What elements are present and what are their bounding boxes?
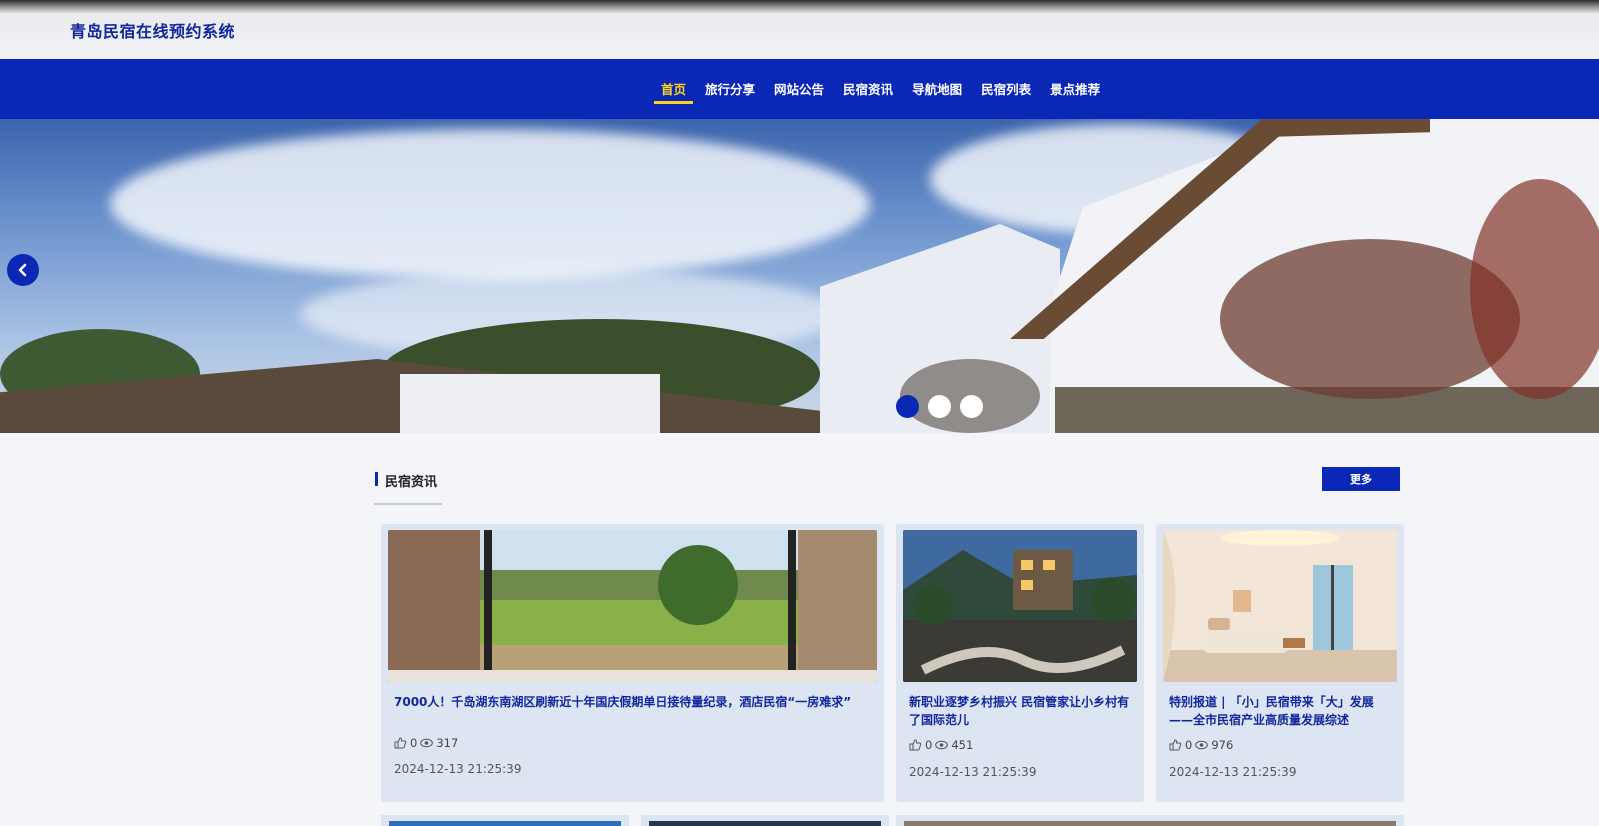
carousel-indicators (896, 395, 983, 418)
chevron-left-icon (18, 263, 27, 277)
site-title[interactable]: 青岛民宿在线预约系统 (70, 18, 235, 42)
news-card[interactable]: 特别报道 | 「小」民宿带来「大」发展——全市民宿产业高质量发展综述 0 976… (1156, 524, 1404, 802)
nav-item-travel-share[interactable]: 旅行分享 (705, 79, 755, 98)
nav-item-home[interactable]: 首页 (653, 79, 694, 104)
news-card-peek[interactable] (381, 815, 629, 826)
news-date: 2024-12-13 21:25:39 (394, 762, 522, 776)
carousel-dot[interactable] (896, 395, 919, 418)
news-image (388, 530, 877, 682)
nav-item-homestay-list[interactable]: 民宿列表 (981, 79, 1031, 98)
eye-icon (935, 740, 949, 750)
news-stats: 0 976 (1169, 738, 1233, 752)
eye-icon (1195, 740, 1209, 750)
section-underline (374, 503, 442, 505)
news-card[interactable]: 7000人！千岛湖东南湖区刷新近十年国庆假期单日接待量纪录，酒店民宿“一房难求”… (381, 524, 884, 802)
banner-cloud (110, 129, 870, 279)
eye-icon (420, 738, 434, 748)
news-card-peek[interactable] (641, 815, 889, 826)
news-title[interactable]: 7000人！千岛湖东南湖区刷新近十年国庆假期单日接待量纪录，酒店民宿“一房难求” (394, 693, 874, 711)
nav-item-map[interactable]: 导航地图 (912, 79, 962, 98)
top-header: 青岛民宿在线预约系统 (0, 0, 1599, 60)
banner-tree (1470, 179, 1599, 399)
news-date: 2024-12-13 21:25:39 (1169, 765, 1297, 779)
section-header: 民宿资讯 更多 (374, 467, 1400, 506)
like-count: 0 (410, 736, 418, 750)
carousel-dot[interactable] (928, 395, 951, 418)
news-date: 2024-12-13 21:25:39 (909, 765, 1037, 779)
news-title[interactable]: 特别报道 | 「小」民宿带来「大」发展——全市民宿产业高质量发展综述 (1169, 693, 1395, 729)
more-button[interactable]: 更多 (1322, 467, 1400, 491)
carousel-dot[interactable] (960, 395, 983, 418)
section-accent-bar (375, 472, 378, 486)
view-count: 317 (436, 736, 459, 750)
section-title: 民宿资讯 (385, 475, 438, 490)
news-image (903, 530, 1137, 682)
thumbs-up-icon[interactable] (394, 737, 407, 749)
news-stats: 0 451 (909, 738, 973, 752)
news-image (1163, 530, 1397, 682)
main-navbar: 首页 旅行分享 网站公告 民宿资讯 导航地图 民宿列表 景点推荐 (0, 59, 1599, 119)
banner-carousel[interactable] (0, 119, 1599, 433)
like-count: 0 (925, 738, 933, 752)
nav-item-announcements[interactable]: 网站公告 (774, 79, 824, 98)
news-card-peek[interactable] (896, 815, 1404, 826)
thumbs-up-icon[interactable] (909, 739, 922, 751)
view-count: 976 (1211, 738, 1234, 752)
nav-item-attractions[interactable]: 景点推荐 (1050, 79, 1100, 98)
banner-house-wall (400, 374, 660, 433)
news-card[interactable]: 新职业逐梦乡村振兴 民宿管家让小乡村有了国际范儿 0 451 2024-12-1… (896, 524, 1144, 802)
view-count: 451 (951, 738, 974, 752)
news-stats: 0 317 (394, 736, 458, 750)
like-count: 0 (1185, 738, 1193, 752)
carousel-prev-button[interactable] (7, 254, 39, 286)
thumbs-up-icon[interactable] (1169, 739, 1182, 751)
nav-item-homestay-news[interactable]: 民宿资讯 (843, 79, 893, 98)
nav-list: 首页 旅行分享 网站公告 民宿资讯 导航地图 民宿列表 景点推荐 (653, 79, 1100, 104)
news-title[interactable]: 新职业逐梦乡村振兴 民宿管家让小乡村有了国际范儿 (909, 693, 1135, 729)
